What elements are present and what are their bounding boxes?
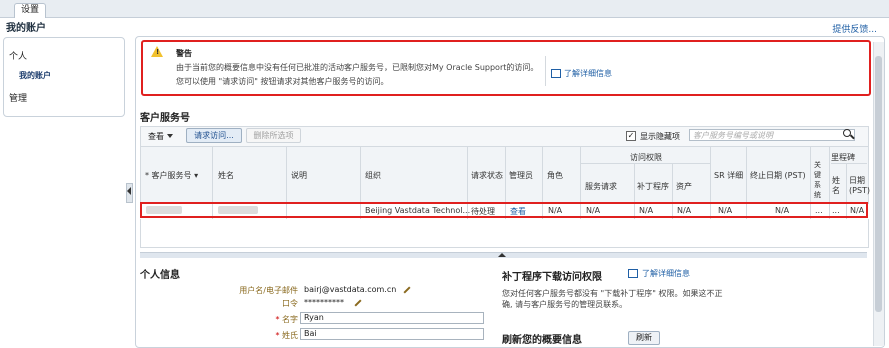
col-header-name[interactable]: 姓名 bbox=[218, 170, 234, 181]
first-name-label: * 名字 bbox=[275, 315, 298, 324]
sidebar-item-my-account[interactable]: 我的账户 bbox=[19, 70, 51, 81]
col-header-milestone-date[interactable]: 日期 (PST) bbox=[849, 176, 870, 196]
request-access-button[interactable]: 请求访问... bbox=[186, 128, 242, 143]
last-name-label-text: 姓氏 bbox=[282, 331, 298, 340]
chevron-left-icon bbox=[127, 187, 131, 195]
patch-access-text-line1: 您对任何客户服务号都没有 "下载补丁程序" 权限。如果这不正 bbox=[502, 289, 723, 298]
patch-learn-more-link[interactable]: 了解详细信息 bbox=[642, 268, 690, 279]
feedback-link[interactable]: 提供反馈... bbox=[832, 22, 877, 35]
top-tab-strip bbox=[0, 0, 889, 18]
username-label: 用户名/电子邮件 bbox=[239, 286, 298, 295]
col-header-sr-detail[interactable]: SR 详细 bbox=[714, 170, 743, 181]
csi-section-title: 客户服务号 bbox=[140, 113, 190, 124]
patch-access-text-line2: 确, 请与客户服务号的管理员联系。 bbox=[502, 300, 628, 309]
col-header-key-system[interactable]: 关键系统 bbox=[814, 160, 826, 200]
last-name-field[interactable]: Bai bbox=[300, 328, 484, 340]
chevron-down-icon[interactable] bbox=[167, 134, 173, 138]
show-hidden-checkbox[interactable]: ✓ bbox=[626, 131, 636, 141]
view-menu[interactable]: 查看 bbox=[148, 131, 164, 142]
external-link-icon bbox=[628, 269, 638, 278]
col-header-request-status[interactable]: 请求状态 bbox=[471, 170, 503, 181]
refresh-profile-title: 刷新您的概要信息 bbox=[502, 335, 582, 346]
warning-message-line2: 您可以使用 "请求访问" 按钮请求对其他客户服务号的访问。 bbox=[176, 77, 389, 86]
refresh-button[interactable]: 刷新 bbox=[628, 331, 660, 345]
chevron-up-icon[interactable] bbox=[498, 253, 506, 257]
col-header-role[interactable]: 角色 bbox=[547, 170, 563, 181]
sidebar-item-personal[interactable]: 个人 bbox=[9, 49, 27, 62]
warning-learn-more-link[interactable]: 了解详细信息 bbox=[564, 68, 612, 79]
warning-divider bbox=[545, 56, 546, 86]
warning-title: 警告 bbox=[176, 49, 192, 58]
csi-search-input[interactable]: 客户服务号编号或说明 bbox=[689, 129, 855, 141]
access-group-divider bbox=[580, 163, 710, 164]
col-header-milestone-name[interactable]: 姓名 bbox=[832, 176, 844, 196]
personal-info-title: 个人信息 bbox=[140, 270, 180, 281]
csi-table-empty-area bbox=[140, 219, 869, 248]
sidebar-item-manage[interactable]: 管理 bbox=[9, 91, 27, 104]
patch-access-title: 补丁程序下载访问权限 bbox=[502, 272, 602, 283]
tab-settings[interactable]: 设置 bbox=[14, 3, 46, 18]
warning-icon-mark: ! bbox=[156, 48, 160, 56]
col-header-organization[interactable]: 组织 bbox=[365, 170, 381, 181]
password-label: 口令 bbox=[282, 299, 298, 308]
username-value: bairj@vastdata.com.cn bbox=[304, 285, 397, 294]
col-header-description[interactable]: 说明 bbox=[291, 170, 307, 181]
page-title: 我的账户 bbox=[6, 23, 46, 34]
col-header-service-request[interactable]: 服务请求 bbox=[585, 181, 617, 192]
show-hidden-label: 显示隐藏项 bbox=[640, 132, 680, 141]
scrollbar-thumb[interactable] bbox=[875, 56, 882, 312]
password-value: ********** bbox=[304, 298, 344, 307]
first-name-field[interactable]: Ryan bbox=[300, 312, 484, 324]
col-header-patches[interactable]: 补丁程序 bbox=[637, 181, 669, 192]
col-header-milestone: 里程碑 bbox=[831, 153, 855, 162]
col-header-end-date[interactable]: 终止日期 (PST) bbox=[750, 170, 806, 181]
col-header-csi[interactable]: * 客户服务号 ▾ bbox=[145, 170, 198, 181]
milestone-group-divider bbox=[831, 163, 867, 164]
warning-message-line1: 由于当前您的概要信息中没有任何已批准的活动客户服务号，已限制您对My Oracl… bbox=[176, 63, 539, 72]
col-header-assets[interactable]: 资产 bbox=[676, 181, 692, 192]
external-link-icon bbox=[551, 69, 561, 78]
last-name-label: * 姓氏 bbox=[275, 331, 298, 340]
delete-selected-button[interactable]: 删除所选项 bbox=[246, 128, 301, 143]
table-row[interactable] bbox=[140, 202, 868, 218]
col-header-access: 访问权限 bbox=[630, 153, 662, 162]
col-header-admin[interactable]: 管理员 bbox=[509, 170, 533, 181]
first-name-label-text: 名字 bbox=[282, 315, 298, 324]
